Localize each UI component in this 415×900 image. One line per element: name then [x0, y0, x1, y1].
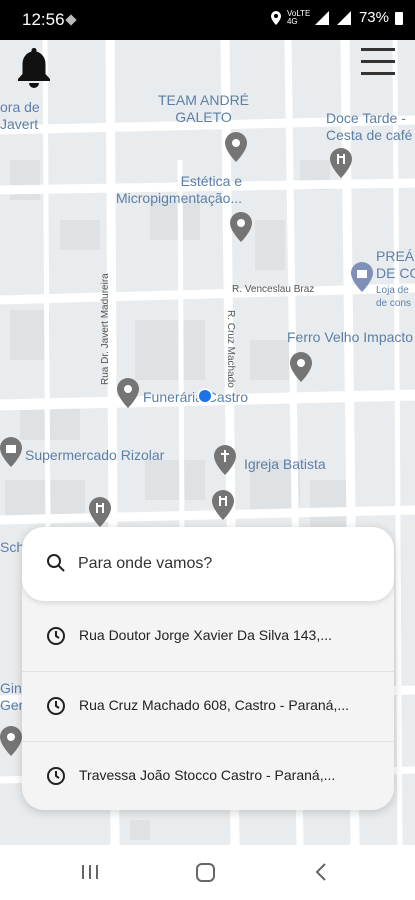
current-location-dot	[197, 388, 213, 404]
map-pin-icon[interactable]	[225, 132, 247, 162]
status-bar: 12:56 VoLTE 4G 73%	[0, 0, 415, 40]
recent-destination-label: Travessa João Stocco Castro - Paraná,...	[79, 767, 336, 783]
signal-icon-2	[336, 10, 351, 25]
map-pin-icon[interactable]	[230, 212, 252, 242]
search-placeholder[interactable]: Para onde vamos?	[78, 555, 212, 573]
recent-destination-label: Rua Cruz Machado 608, Castro - Paraná,..…	[79, 697, 350, 713]
battery-icon	[395, 11, 403, 25]
poi-label[interactable]: Sch	[0, 539, 24, 556]
recent-destination-item[interactable]: Rua Cruz Machado 608, Castro - Paraná,..…	[22, 671, 394, 742]
poi-label[interactable]: Gin Ger	[0, 680, 23, 714]
map-pin-icon[interactable]	[0, 726, 22, 756]
status-time: 12:56	[22, 10, 65, 29]
map-pin-icon[interactable]	[117, 378, 139, 408]
home-icon[interactable]	[195, 857, 217, 887]
shopping-pin-icon[interactable]	[0, 437, 22, 467]
poi-label[interactable]: Supermercado Rizolar	[25, 447, 164, 464]
street-label: R. Cruz Machado	[225, 310, 236, 388]
map-pin-icon[interactable]	[290, 352, 312, 382]
notifications-button[interactable]	[16, 46, 52, 93]
restaurant-pin-icon[interactable]	[212, 490, 234, 520]
back-icon[interactable]	[313, 857, 329, 887]
menu-button[interactable]	[360, 46, 396, 83]
street-label: Rua Dr. Javert Madureira	[100, 273, 111, 385]
shopping-pin-icon[interactable]	[351, 262, 373, 292]
poi-label[interactable]: TEAM ANDRÉ GALETO	[158, 92, 249, 126]
poi-label[interactable]: Loja de de cons	[376, 284, 411, 310]
poi-label[interactable]: Estética e Micropigmentação...	[116, 173, 242, 207]
system-nav-bar	[0, 845, 415, 900]
poi-label[interactable]: Igreja Batista	[244, 456, 326, 473]
restaurant-pin-icon[interactable]	[89, 497, 111, 527]
poi-label[interactable]: ora de Javert	[0, 99, 40, 133]
signal-icon	[314, 10, 329, 25]
poi-label[interactable]: Doce Tarde - Cesta de café	[326, 110, 412, 144]
recent-apps-icon[interactable]	[80, 857, 100, 887]
church-pin-icon[interactable]	[214, 445, 236, 475]
recent-destination-item[interactable]: Travessa João Stocco Castro - Paraná,...	[22, 741, 394, 810]
bell-icon	[18, 48, 50, 88]
destination-card: Para onde vamos? Rua Doutor Jorge Xavier…	[22, 527, 394, 810]
location-status-icon	[270, 10, 281, 25]
street-label: R. Venceslau Braz	[232, 284, 315, 295]
clock-icon	[47, 767, 65, 785]
clock-icon	[47, 627, 65, 645]
notification-icon	[65, 14, 77, 26]
clock-icon	[47, 697, 65, 715]
search-bar[interactable]: Para onde vamos?	[22, 527, 394, 601]
poi-label[interactable]: Funerária Castro	[143, 389, 248, 406]
search-icon	[47, 554, 65, 572]
recent-destination-label: Rua Doutor Jorge Xavier Da Silva 143,...	[79, 627, 332, 643]
poi-label[interactable]: PREÁ DE CO	[376, 248, 415, 282]
network-indicator: VoLTE 4G	[286, 8, 311, 26]
battery-percent: 73%	[358, 9, 389, 26]
restaurant-pin-icon[interactable]	[330, 148, 352, 178]
menu-icon	[361, 48, 395, 75]
recent-destination-item[interactable]: Rua Doutor Jorge Xavier Da Silva 143,...	[22, 601, 394, 672]
poi-label[interactable]: Ferro Velho Impacto	[287, 329, 413, 346]
